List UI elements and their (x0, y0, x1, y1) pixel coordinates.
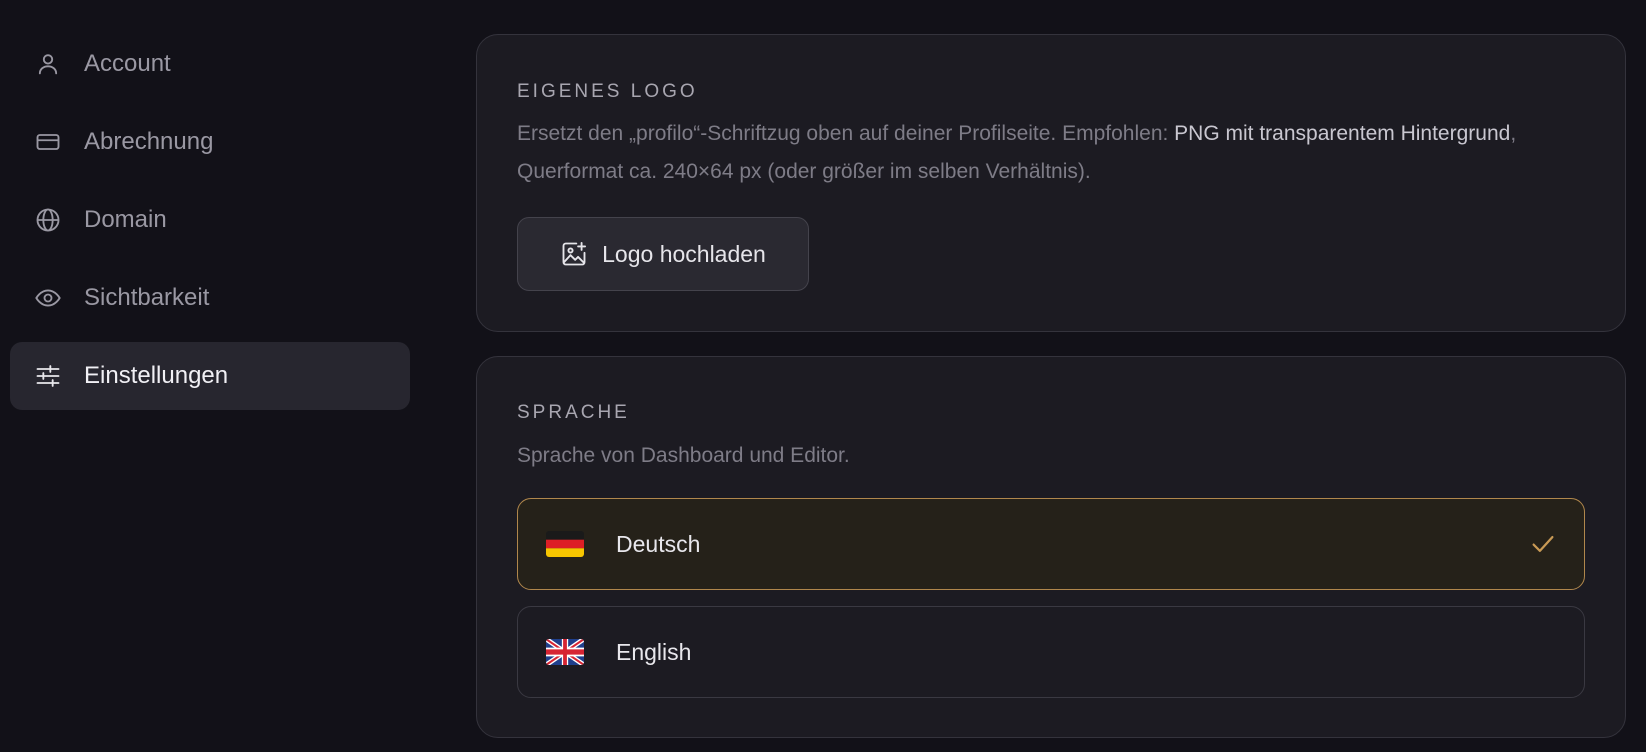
language-label: Deutsch (616, 530, 701, 557)
sidebar-item-label: Einstellungen (84, 362, 229, 389)
language-option-english[interactable]: English (517, 606, 1585, 698)
credit-card-icon (34, 128, 62, 156)
upload-logo-button[interactable]: Logo hochladen (517, 217, 809, 291)
section-description: Sprache von Dashboard und Editor. (517, 444, 850, 467)
sidebar-item-label: Sichtbarkeit (84, 284, 210, 311)
custom-logo-card: EIGENES LOGO Ersetzt den „profilo“-Schri… (476, 34, 1626, 332)
globe-icon (34, 206, 62, 234)
sidebar-item-account[interactable]: Account (10, 30, 410, 98)
eye-icon (34, 284, 62, 312)
section-description: Ersetzt den „profilo“-Schriftzug oben au… (517, 115, 1585, 191)
germany-flag-icon (546, 531, 584, 557)
sliders-icon (34, 362, 62, 390)
uk-flag-icon (546, 639, 584, 665)
desc-highlight: PNG mit transparentem Hintergrund (1174, 122, 1511, 145)
user-icon (34, 50, 62, 78)
language-option-deutsch[interactable]: Deutsch (517, 498, 1585, 590)
language-label: English (616, 638, 692, 665)
sidebar-item-visibility[interactable]: Sichtbarkeit (10, 264, 410, 332)
desc-text: Ersetzt den „profilo“-Schriftzug oben au… (517, 122, 1175, 145)
sidebar-item-billing[interactable]: Abrechnung (10, 108, 410, 176)
section-title: EIGENES LOGO (517, 81, 698, 102)
sidebar-item-domain[interactable]: Domain (10, 186, 410, 254)
settings-page: Account Abrechnung Domain Sichtbarkeit E… (0, 0, 1646, 752)
image-plus-icon (562, 241, 587, 266)
sidebar-item-label: Abrechnung (84, 128, 214, 155)
sidebar-nav: Account Abrechnung Domain Sichtbarkeit E… (10, 30, 410, 420)
language-card: SPRACHE Sprache von Dashboard und Editor… (476, 356, 1626, 738)
sidebar-item-settings[interactable]: Einstellungen (10, 342, 410, 410)
sidebar-item-label: Account (84, 50, 171, 77)
sidebar-item-label: Domain (84, 206, 167, 233)
checkmark-icon (1532, 536, 1554, 552)
upload-button-label: Logo hochladen (602, 240, 766, 267)
section-title: SPRACHE (517, 402, 630, 423)
